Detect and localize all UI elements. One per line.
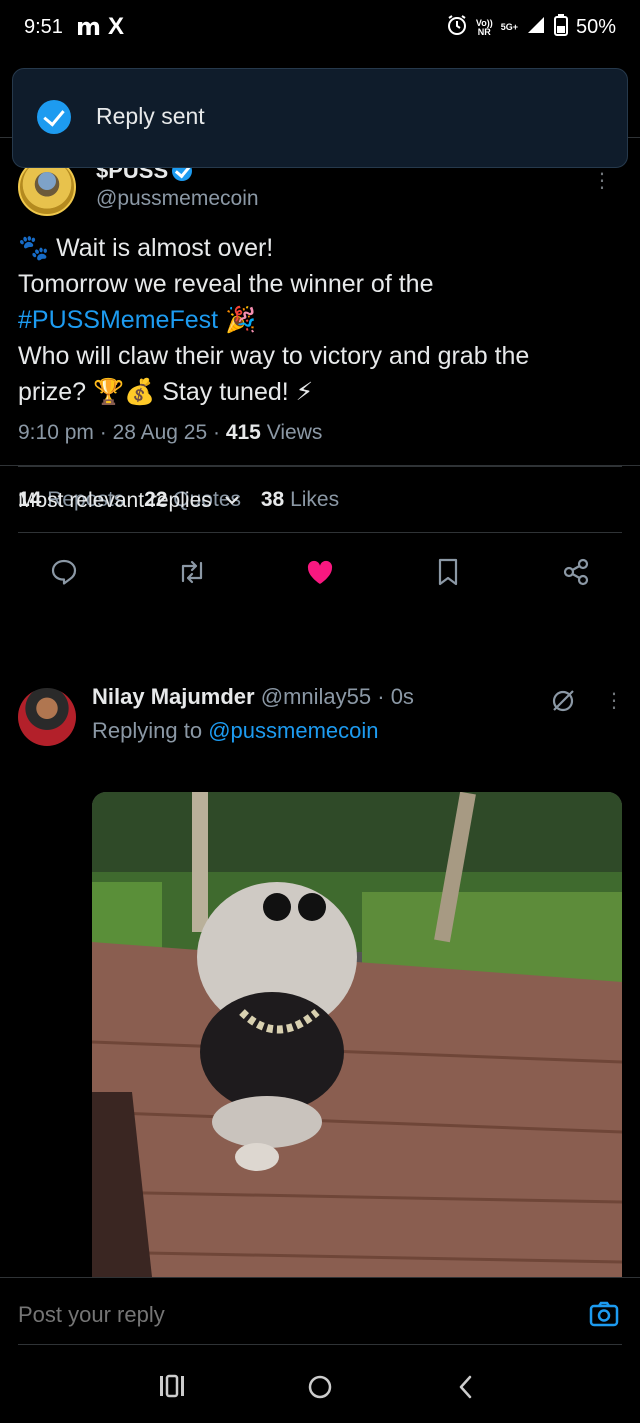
divider <box>18 1344 622 1345</box>
likes-stat[interactable]: 38 Likes <box>261 488 339 511</box>
divider <box>18 532 622 533</box>
system-nav-bar <box>0 1353 640 1423</box>
replying-to: Replying to @pussmemecoin <box>92 718 379 743</box>
post-text: 🐾 Wait is almost over! Tomorrow we revea… <box>18 230 628 410</box>
post-line: prize? 🏆💰 Stay tuned! ⚡ <box>18 378 314 406</box>
more-options-icon[interactable]: ⋮ <box>592 168 612 193</box>
post-meta: 9:10 pm · 28 Aug 25 · 415 Views <box>18 421 323 444</box>
hashtag-link[interactable]: #PUSSMemeFest <box>18 306 218 334</box>
reply-time: 0s <box>390 684 414 709</box>
views-count: 415 <box>225 421 261 444</box>
replying-to-mention[interactable]: @pussmemecoin <box>208 718 378 743</box>
camera-icon[interactable] <box>588 1300 620 1333</box>
post-actions <box>0 546 640 596</box>
battery-icon <box>553 14 568 41</box>
network-type: 5G+ <box>500 22 518 32</box>
x-app-icon: X <box>108 13 125 40</box>
post-line: Tomorrow we reveal the winner of the <box>18 270 434 298</box>
reply-author-handle: @mnilay55 <box>260 684 372 709</box>
reply-more-options-icon[interactable]: ⋮ <box>604 688 624 713</box>
repost-icon[interactable] <box>176 556 208 588</box>
volte-indicator: Vo)) NR <box>475 17 493 37</box>
party-emoji: 🎉 <box>225 306 257 334</box>
messenger-app-icon: m <box>76 13 102 41</box>
reply-media-gif[interactable] <box>92 792 622 1277</box>
grok-icon[interactable] <box>550 688 576 719</box>
recent-apps-icon[interactable] <box>158 1373 186 1404</box>
reply-author-avatar[interactable] <box>18 688 76 746</box>
post-line: Who will claw their way to victory and g… <box>18 342 530 370</box>
divider <box>18 466 622 467</box>
reply-icon[interactable] <box>48 556 80 588</box>
post-date: 28 Aug 25 <box>112 421 208 444</box>
battery-percent: 50% <box>575 16 616 38</box>
author-handle[interactable]: @pussmemecoin <box>96 187 259 211</box>
signal-icon <box>526 15 546 40</box>
post-time: 9:10 pm <box>18 421 94 444</box>
post-line: 🐾 Wait is almost over! <box>18 234 274 262</box>
chevron-down-icon <box>224 496 239 505</box>
reply-composer <box>0 1277 640 1353</box>
replies-sort-dropdown[interactable]: Most relevant replies <box>18 489 240 513</box>
replies-sort-label: Most relevant replies <box>18 489 212 512</box>
home-icon[interactable] <box>306 1373 334 1406</box>
alarm-icon <box>446 14 468 41</box>
reply-author-name: Nilay Majumder <box>92 684 255 709</box>
reply-input[interactable] <box>18 1302 306 1328</box>
reply-author-row[interactable]: Nilay Majumder @mnilay55 · 0s <box>92 684 414 710</box>
back-icon[interactable] <box>455 1373 477 1406</box>
like-icon[interactable] <box>304 556 336 588</box>
share-icon[interactable] <box>560 556 592 588</box>
check-circle-icon <box>37 100 71 134</box>
status-bar: 9:51 m X Vo)) NR 5G+ 50% <box>0 0 640 58</box>
status-time: 9:51 <box>24 16 63 38</box>
post-line: #PUSSMemeFest 🎉 <box>18 302 628 338</box>
views-label: Views <box>266 421 323 444</box>
reply-sent-toast[interactable]: Reply sent <box>12 68 628 168</box>
toast-message: Reply sent <box>96 103 205 129</box>
bookmark-icon[interactable] <box>432 556 464 588</box>
divider <box>0 465 640 466</box>
